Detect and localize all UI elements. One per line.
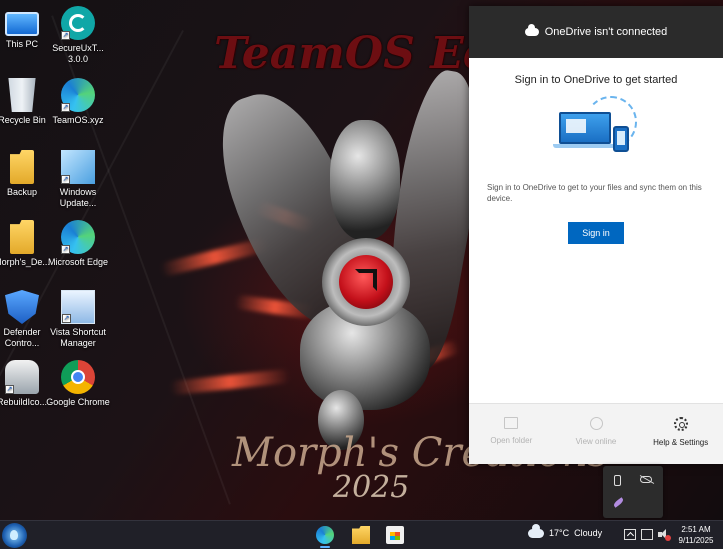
gear-icon [673, 417, 688, 431]
secureux-icon: ↗ [61, 6, 95, 40]
tray-overflow-panel [603, 466, 663, 518]
defender-shield-icon [5, 290, 39, 324]
light-beam [169, 368, 291, 396]
weather-condition: Cloudy [574, 528, 603, 538]
onedrive-offline-icon[interactable] [640, 476, 652, 483]
help-settings-label: Help & Settings [653, 438, 709, 447]
clock[interactable]: 2:51 AM 9/11/2025 [672, 524, 720, 546]
help-settings-button[interactable]: Help & Settings [638, 404, 723, 464]
view-online-button[interactable]: View online [554, 404, 639, 464]
this-pc-icon [5, 12, 39, 36]
edge-icon: ↗ [61, 220, 95, 254]
weather-temperature: 17°C [549, 528, 570, 538]
edge-link-icon: ↗ [61, 78, 95, 112]
laptop-screen [566, 119, 586, 133]
shortcut-arrow-icon: ↗ [61, 31, 70, 40]
onedrive-illustration [551, 96, 641, 166]
desktop-icon-label: Backup [6, 187, 38, 197]
onedrive-footer: Open folder View online Help & Settings [469, 403, 723, 464]
view-online-label: View online [575, 437, 617, 446]
chrome-icon [61, 360, 95, 394]
desktop-icon-label: SecureUxT... 3.0.0 [52, 43, 104, 64]
open-folder-label: Open folder [490, 436, 533, 445]
desktop-icon-microsoft-edge[interactable]: ↗ Microsoft Edge [46, 220, 110, 268]
cloud-icon [524, 24, 539, 36]
desktop-icon-label: Microsoft Edge [47, 257, 109, 267]
robot-icon: ↗ [5, 360, 39, 394]
desktop-icon-secureux[interactable]: ↗ SecureUxT... 3.0.0 [46, 6, 110, 65]
open-folder-button[interactable]: Open folder [469, 404, 554, 464]
network-icon[interactable] [641, 529, 653, 540]
onedrive-header-title: OneDrive isn't connected [544, 26, 668, 38]
desktop-icon-label: Morph's_De... [0, 257, 50, 267]
folder-icon [10, 220, 34, 254]
desktop-icon-label: RebuildIco... [0, 397, 48, 407]
taskbar: 17°C Cloudy 2:51 AM 9/11/2025 [0, 520, 723, 549]
wallpaper-year-art: 2025 [333, 470, 410, 505]
shortcut-arrow-icon: ↗ [5, 385, 14, 394]
taskbar-store-icon[interactable] [386, 526, 404, 544]
folder-outline-icon [504, 417, 519, 429]
desktop-icon-windows-update[interactable]: ↗ Windows Update... [46, 150, 110, 209]
desktop-icon-label: Vista Shortcut Manager [50, 327, 106, 348]
vista-shortcut-manager-icon: ↗ [61, 290, 95, 324]
dragon-head [330, 120, 400, 240]
desktop-icon-label: Recycle Bin [0, 115, 46, 125]
desktop-icon-label: This PC [5, 39, 38, 49]
start-button[interactable] [2, 523, 27, 548]
weather-widget[interactable]: 17°C Cloudy [528, 523, 603, 538]
shortcut-arrow-icon: ↗ [61, 245, 70, 254]
cloudy-weather-icon [528, 523, 544, 538]
shortcut-arrow-icon: ↗ [62, 314, 71, 323]
laptop-base [553, 144, 617, 148]
onedrive-description: Sign in to OneDrive to get to your files… [487, 183, 702, 203]
onedrive-header: OneDrive isn't connected [469, 6, 723, 58]
desktop-icon-teamos[interactable]: ↗ TeamOS.xyz [46, 78, 110, 126]
globe-icon [589, 417, 603, 430]
clock-date: 9/11/2025 [678, 536, 714, 545]
onedrive-heading: Sign in to OneDrive to get started [514, 74, 678, 86]
phone-link-icon[interactable] [614, 475, 621, 486]
volume-muted-badge [665, 535, 671, 541]
taskbar-file-explorer-icon[interactable] [352, 526, 370, 544]
clock-time: 2:51 AM [681, 525, 711, 534]
desktop-icon-label: TeamOS.xyz [52, 115, 104, 125]
sign-in-button[interactable]: Sign in [568, 222, 624, 244]
desktop-icon-vista-shortcut-manager[interactable]: ↗ Vista Shortcut Manager [46, 290, 110, 349]
show-hidden-icons-button[interactable] [624, 529, 636, 540]
shortcut-arrow-icon: ↗ [61, 175, 70, 184]
taskbar-edge-icon[interactable] [316, 526, 334, 544]
laptop-icon [559, 112, 611, 144]
desktop-icon-label: Google Chrome [46, 397, 110, 407]
shortcut-arrow-icon: ↗ [61, 103, 70, 112]
onedrive-flyout: OneDrive isn't connected Sign in to OneD… [469, 6, 723, 464]
feather-icon[interactable] [612, 497, 625, 508]
desktop-icon-label: Defender Contro... [3, 327, 41, 348]
windows-update-blocker-icon: ↗ [61, 150, 95, 184]
phone-icon [613, 126, 629, 152]
folder-icon [10, 150, 34, 184]
amd-logo-icon [355, 269, 377, 291]
desktop-icon-google-chrome[interactable]: Google Chrome [46, 360, 110, 408]
recycle-bin-icon [8, 78, 36, 112]
desktop-icon-label: Windows Update... [59, 187, 97, 208]
